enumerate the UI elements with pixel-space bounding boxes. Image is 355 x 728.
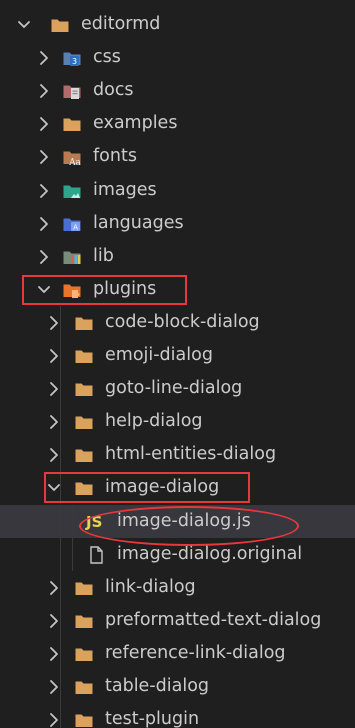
tree-item-label: html-entities-dialog: [105, 444, 277, 464]
tree-item-label: preformatted-text-dialog: [105, 610, 322, 630]
languages-folder-icon: A: [62, 214, 82, 234]
tree-item-label: languages: [93, 213, 184, 233]
tree-item-label: image-dialog: [105, 477, 220, 497]
folder-icon: [74, 379, 94, 399]
tree-item-label: test-plugin: [105, 709, 200, 728]
folder-item-lib[interactable]: lib: [0, 240, 355, 273]
tree-item-label: examples: [93, 113, 178, 133]
folder-icon: [74, 710, 94, 728]
tree-item-label: table-dialog: [105, 676, 210, 696]
folder-icon: [74, 677, 94, 697]
folder-item-emoji-dialog[interactable]: emoji-dialog: [0, 339, 355, 372]
folder-item-examples[interactable]: examples: [0, 107, 355, 140]
folder-icon: [50, 15, 70, 35]
chevron-right-icon[interactable]: [46, 712, 62, 728]
chevron-right-icon[interactable]: [46, 414, 62, 430]
indent-guide: [60, 505, 61, 538]
chevron-down-icon[interactable]: [46, 480, 62, 496]
chevron-right-icon[interactable]: [46, 315, 62, 331]
folder-item-reference-link-dialog[interactable]: reference-link-dialog: [0, 637, 355, 670]
folder-item-editormd[interactable]: editormd: [0, 8, 355, 41]
chevron-right-icon[interactable]: [36, 183, 52, 199]
chevron-right-icon[interactable]: [46, 381, 62, 397]
chevron-down-icon[interactable]: [16, 17, 32, 33]
chevron-right-icon[interactable]: [36, 83, 52, 99]
folder-icon: [74, 478, 94, 498]
folder-icon: [74, 412, 94, 432]
tree-item-label: css: [93, 47, 121, 67]
folder-item-images[interactable]: images: [0, 174, 355, 207]
chevron-down-icon[interactable]: [36, 282, 52, 298]
tree-item-label: goto-line-dialog: [105, 378, 243, 398]
chevron-right-icon[interactable]: [46, 447, 62, 463]
chevron-right-icon[interactable]: [46, 580, 62, 596]
chevron-right-icon[interactable]: [36, 116, 52, 132]
chevron-right-icon[interactable]: [46, 348, 62, 364]
chevron-right-icon[interactable]: [36, 149, 52, 165]
svg-text:Aa: Aa: [68, 158, 81, 167]
tree-item-label: link-dialog: [105, 577, 196, 597]
tree-item-label: emoji-dialog: [105, 345, 213, 365]
images-folder-icon: [62, 181, 82, 201]
tree-item-label: images: [93, 180, 157, 200]
docs-folder-icon: [62, 81, 82, 101]
folder-icon: [74, 346, 94, 366]
folder-item-html-entities-dialog[interactable]: html-entities-dialog: [0, 438, 355, 471]
chevron-right-icon[interactable]: [46, 646, 62, 662]
tree-item-label: docs: [93, 80, 134, 100]
folder-icon: [74, 611, 94, 631]
folder-item-link-dialog[interactable]: link-dialog: [0, 571, 355, 604]
indent-guide: [72, 538, 73, 571]
file-item-image-dialog-js[interactable]: JS image-dialog.js: [0, 505, 355, 538]
folder-item-table-dialog[interactable]: table-dialog: [0, 670, 355, 703]
tree-item-label: plugins: [93, 279, 157, 299]
folder-item-docs[interactable]: docs: [0, 74, 355, 107]
folder-item-goto-line-dialog[interactable]: goto-line-dialog: [0, 372, 355, 405]
folder-item-help-dialog[interactable]: help-dialog: [0, 405, 355, 438]
folder-item-css[interactable]: 3 css: [0, 41, 355, 74]
tree-item-label: lib: [93, 246, 114, 266]
folder-icon: [74, 644, 94, 664]
chevron-right-icon[interactable]: [46, 679, 62, 695]
folder-item-plugins[interactable]: plugins: [0, 273, 355, 306]
lib-folder-icon: [62, 247, 82, 267]
chevron-right-icon[interactable]: [36, 216, 52, 232]
folder-item-test-plugin[interactable]: test-plugin: [0, 703, 355, 728]
css-folder-icon: 3: [62, 48, 82, 68]
chevron-right-icon[interactable]: [36, 50, 52, 66]
folder-icon: [74, 313, 94, 333]
indent-guide: [72, 505, 73, 538]
folder-item-fonts[interactable]: Aa fonts: [0, 140, 355, 173]
tree-item-label: fonts: [93, 146, 137, 166]
tree-item-label: image-dialog.js: [117, 511, 251, 531]
js-file-icon: JS: [86, 513, 103, 531]
svg-text:A: A: [73, 224, 78, 232]
file-item-image-dialog-original[interactable]: image-dialog.original: [0, 538, 355, 571]
tree-item-label: editormd: [81, 14, 161, 34]
tree-item-label: code-block-dialog: [105, 312, 260, 332]
folder-icon: [74, 445, 94, 465]
file-explorer-tree: editormd 3 css docs examples Aa fonts images Ala…: [0, 0, 355, 728]
folder-icon: [62, 114, 82, 134]
tree-item-label: help-dialog: [105, 411, 203, 431]
folder-icon: [74, 578, 94, 598]
chevron-right-icon[interactable]: [36, 249, 52, 265]
folder-item-code-block-dialog[interactable]: code-block-dialog: [0, 306, 355, 339]
tree-item-label: reference-link-dialog: [105, 643, 286, 663]
folder-item-preformatted-text-dialog[interactable]: preformatted-text-dialog: [0, 604, 355, 637]
folder-item-languages[interactable]: Alanguages: [0, 207, 355, 240]
file-icon: [86, 545, 106, 565]
fonts-folder-icon: Aa: [62, 147, 82, 168]
indent-guide: [60, 538, 61, 571]
folder-item-image-dialog[interactable]: image-dialog: [0, 471, 355, 504]
chevron-right-icon[interactable]: [46, 613, 62, 629]
plugins-folder-icon: [62, 280, 82, 300]
tree-item-label: image-dialog.original: [117, 544, 303, 564]
svg-text:3: 3: [72, 57, 77, 66]
